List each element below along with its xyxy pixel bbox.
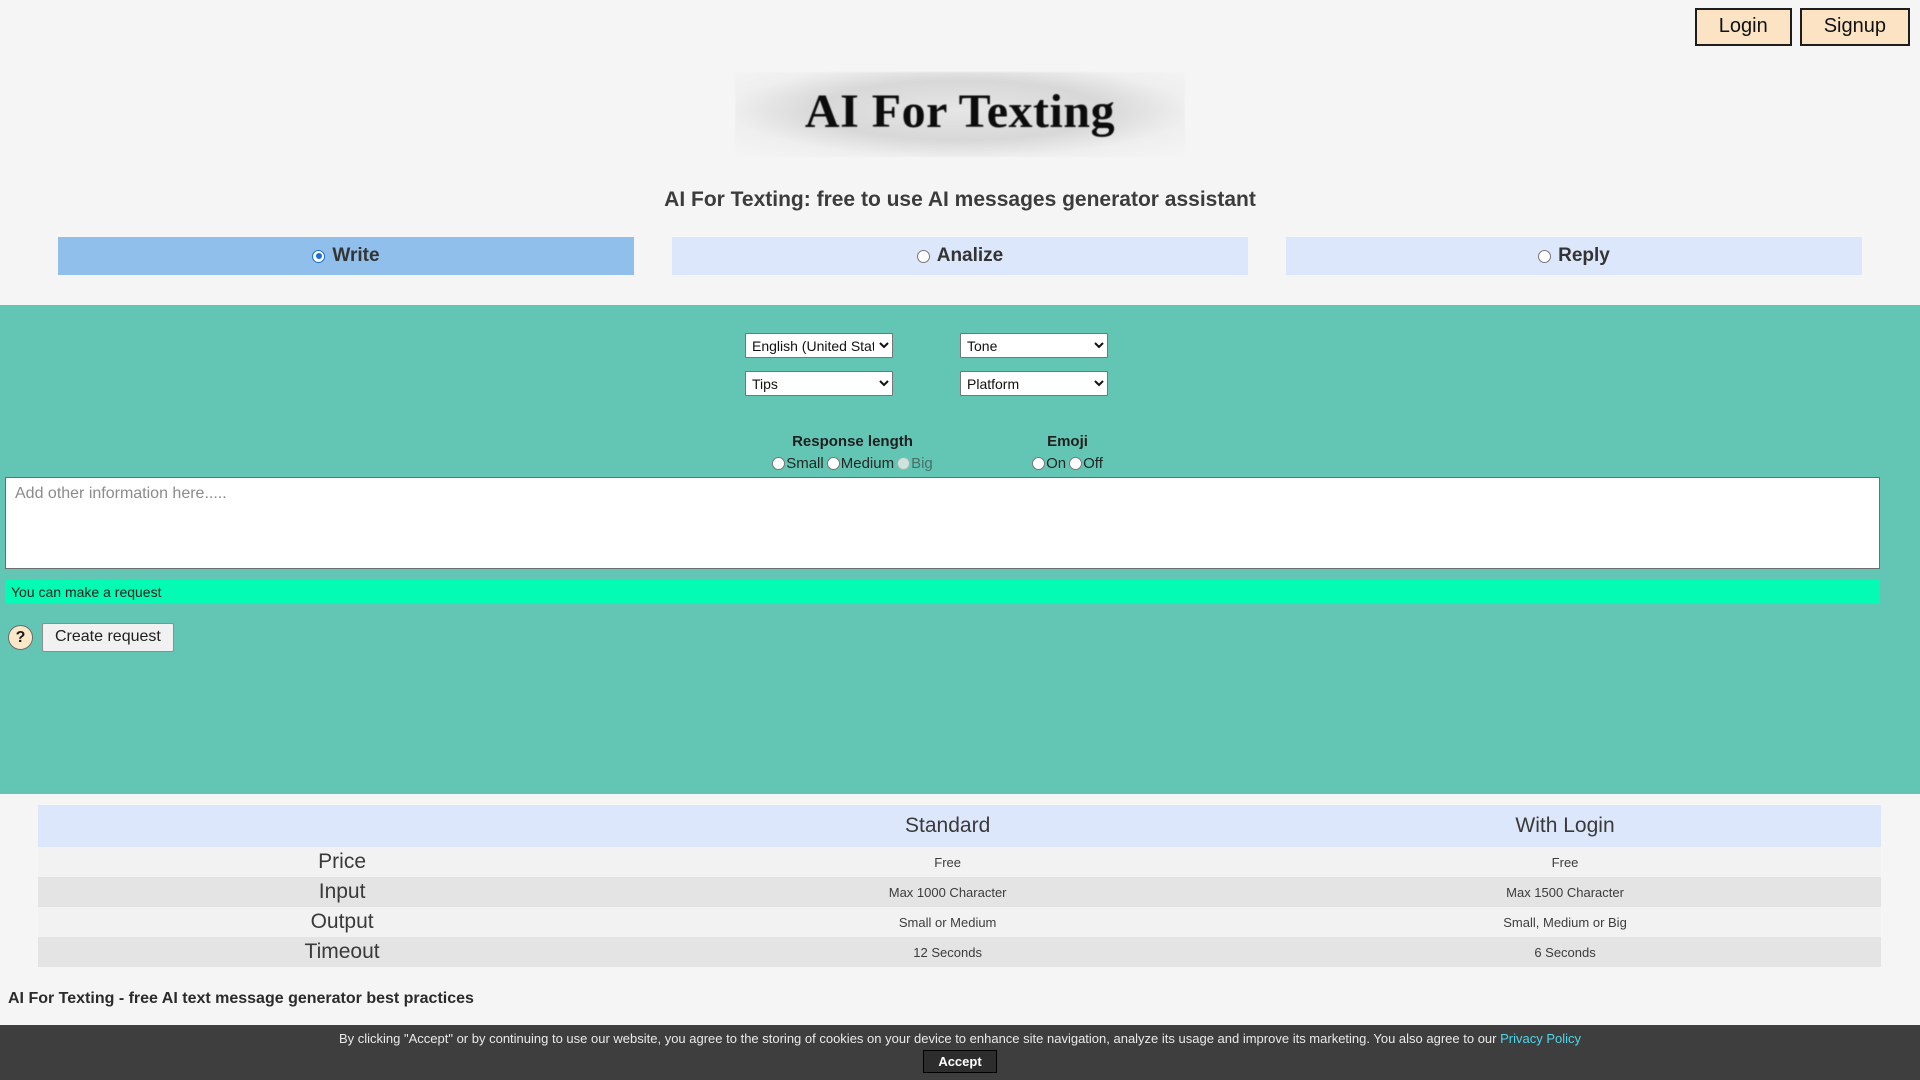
cell-output-standard: Small or Medium [898, 914, 997, 930]
emoji-options: On Off [960, 455, 1175, 472]
emoji-group: Emoji On Off [960, 433, 1175, 472]
page-root: Login Signup AI For Texting AI For Texti… [0, 0, 1920, 1080]
signup-button[interactable]: Signup [1799, 8, 1910, 46]
login-button[interactable]: Login [1694, 8, 1792, 46]
create-request-button[interactable]: Create request [42, 623, 174, 652]
response-length-group: Response length Small Medium Big [745, 433, 960, 472]
comparison-table-head: Standard With Login [38, 805, 1881, 847]
best-practices-heading: AI For Texting - free AI text message ge… [8, 990, 474, 1007]
emoji-off-label: Off [1083, 455, 1103, 472]
emoji-on[interactable]: On [1032, 455, 1066, 472]
cell-input-with-login: Max 1500 Character [1506, 884, 1624, 900]
table-row: Price Free Free [38, 847, 1881, 877]
cookie-banner: By clicking "Accept" or by continuing to… [0, 1025, 1920, 1080]
comparison-table-body: Price Free Free Input Max 1000 Character… [38, 847, 1881, 967]
table-row: Input Max 1000 Character Max 1500 Charac… [38, 877, 1881, 907]
emoji-title: Emoji [1047, 433, 1088, 450]
table-row: Timeout 12 Seconds 6 Seconds [38, 937, 1881, 967]
tips-select-cell: Tips [745, 371, 960, 396]
tab-analize-label: Analize [936, 245, 1004, 266]
hero-plate: AI For Texting [734, 72, 1186, 157]
response-length-small-radio[interactable] [772, 457, 786, 470]
emoji-on-label: On [1046, 455, 1067, 472]
privacy-policy-link[interactable]: Privacy Policy [1500, 1031, 1581, 1046]
request-panel: English (United State Tone Tips Platform [0, 305, 1920, 794]
language-select[interactable]: English (United State [745, 333, 893, 358]
mode-tabs: Write Analize Reply [0, 237, 1920, 275]
select-grid: English (United State Tone Tips Platform [745, 333, 1175, 472]
row-label-input: Input [318, 880, 366, 903]
status-text: You can make a request [11, 584, 162, 600]
cookie-text: By clicking "Accept" or by continuing to… [338, 1031, 1501, 1046]
cell-input-standard: Max 1000 Character [888, 884, 1007, 900]
table-header-row: Standard With Login [38, 805, 1881, 847]
control-group: English (United State Tone Tips Platform [0, 333, 1920, 472]
emoji-off-radio[interactable] [1069, 457, 1083, 470]
col-header-with-login: With Login [1249, 805, 1881, 847]
request-input-area: 1000/1000 [5, 477, 1880, 593]
language-select-cell: English (United State [745, 333, 960, 358]
response-length-big-label: Big [911, 455, 933, 472]
cell-output-with-login: Small, Medium or Big [1503, 914, 1627, 930]
tone-select[interactable]: Tone [960, 333, 1108, 358]
response-length-medium-radio[interactable] [826, 457, 840, 470]
row-label-output: Output [310, 910, 374, 933]
platform-select-cell: Platform [960, 371, 1175, 396]
tab-analize-radio[interactable] [916, 249, 930, 263]
response-length-big-radio [897, 457, 911, 470]
comparison-table-wrap: Standard With Login Price Free Free Inpu… [38, 805, 1881, 967]
cell-timeout-standard: 12 Seconds [913, 944, 982, 960]
page-title: AI For Texting [804, 85, 1116, 138]
emoji-off[interactable]: Off [1069, 455, 1103, 472]
emoji-on-radio[interactable] [1032, 457, 1046, 470]
tab-reply-label: Reply [1558, 245, 1610, 266]
tab-analize[interactable]: Analize [672, 237, 1248, 275]
col-header-blank [38, 805, 647, 847]
status-bar: You can make a request [5, 580, 1880, 604]
row-label-price: Price [318, 850, 367, 873]
response-length-title: Response length [792, 433, 913, 450]
hero-banner: AI For Texting [0, 72, 1920, 157]
tab-write-label: Write [332, 245, 380, 266]
table-row: Output Small or Medium Small, Medium or … [38, 907, 1881, 937]
question-mark-icon[interactable]: ? [8, 625, 33, 650]
cell-price-standard: Free [934, 854, 961, 870]
response-length-medium-label: Medium [840, 455, 895, 472]
response-length-medium[interactable]: Medium [826, 455, 895, 472]
tab-reply[interactable]: Reply [1286, 237, 1862, 275]
comparison-table: Standard With Login Price Free Free Inpu… [38, 805, 1881, 967]
cell-timeout-with-login: 6 Seconds [1534, 944, 1596, 960]
col-header-standard: Standard [646, 805, 1250, 847]
row-label-timeout: Timeout [304, 940, 380, 963]
action-row: ? Create request [8, 623, 174, 652]
auth-bar: Login Signup [1694, 8, 1910, 46]
response-length-small[interactable]: Small [772, 455, 824, 472]
accept-cookies-button[interactable]: Accept [923, 1050, 997, 1073]
tips-select[interactable]: Tips [745, 371, 893, 396]
page-subtitle: AI For Texting: free to use AI messages … [664, 188, 1256, 211]
response-length-small-label: Small [786, 455, 824, 472]
platform-select[interactable]: Platform [960, 371, 1108, 396]
tab-write[interactable]: Write [58, 237, 634, 275]
tab-write-radio[interactable] [312, 249, 326, 263]
cookie-text-row: By clicking "Accept" or by continuing to… [339, 1031, 1581, 1046]
request-textarea[interactable] [5, 477, 1880, 569]
response-length-big: Big [897, 455, 933, 472]
response-length-options: Small Medium Big [745, 455, 960, 472]
cell-price-with-login: Free [1551, 854, 1579, 870]
tab-reply-radio[interactable] [1538, 249, 1552, 263]
tone-select-cell: Tone [960, 333, 1175, 358]
